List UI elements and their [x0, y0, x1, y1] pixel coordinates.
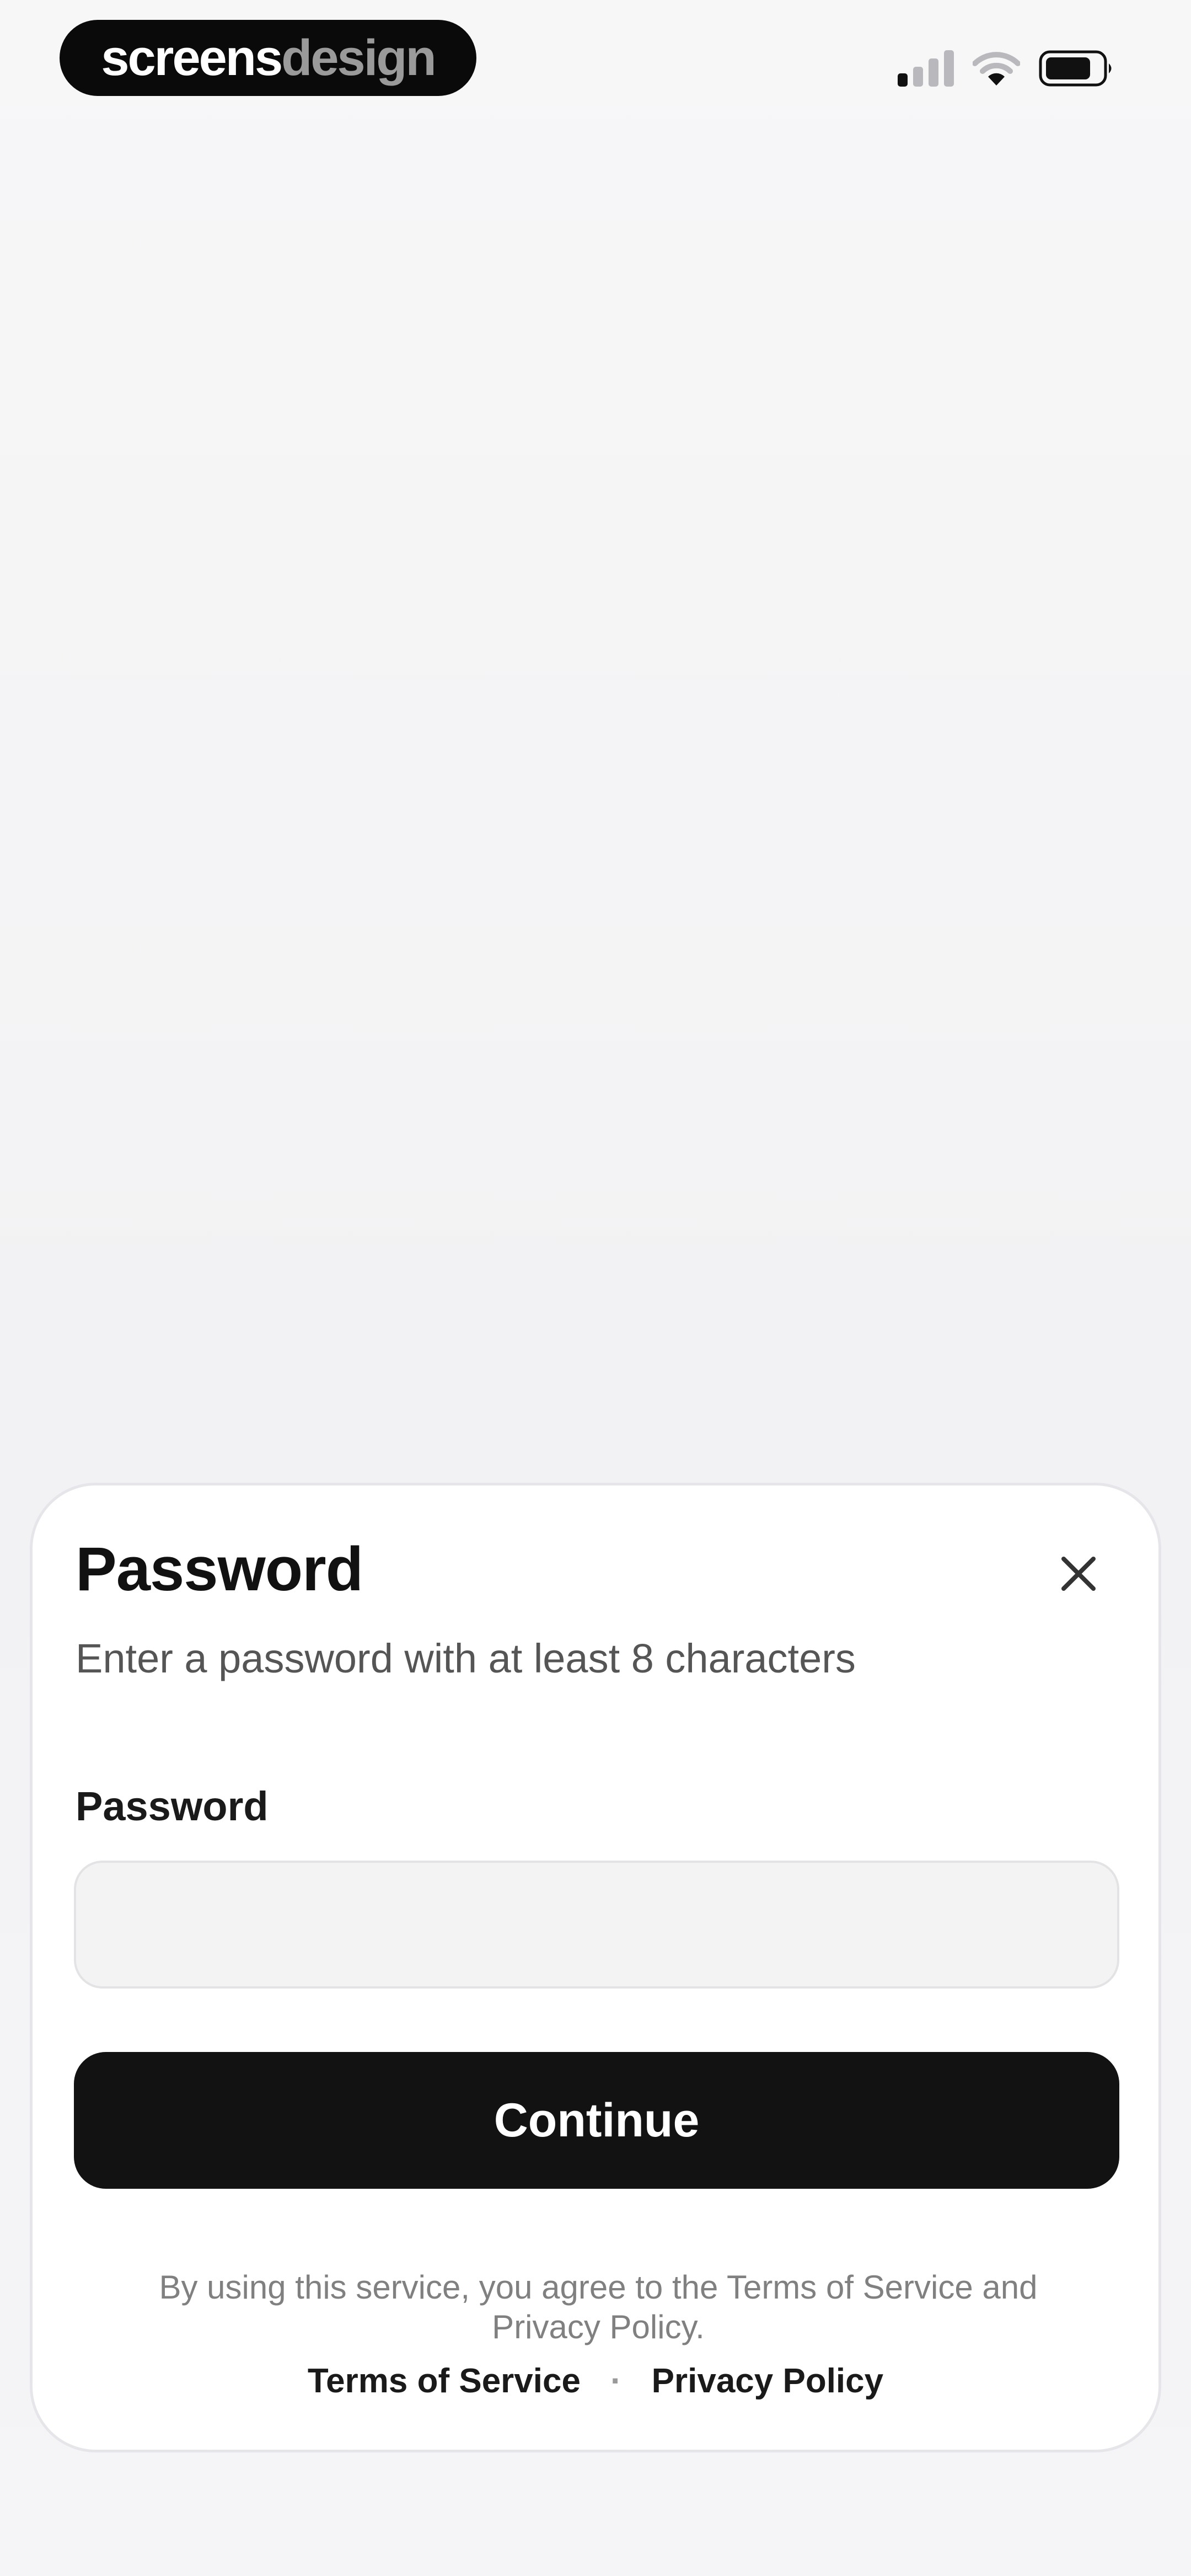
close-button[interactable] — [1048, 1543, 1109, 1604]
watermark-part-screens: screens — [101, 29, 283, 86]
sheet-subtitle: Enter a password with at least 8 charact… — [76, 1636, 856, 1681]
privacy-policy-link[interactable]: Privacy Policy — [652, 2361, 884, 2401]
password-input[interactable] — [74, 1861, 1119, 1989]
legal-disclaimer: By using this service, you agree to the … — [159, 2269, 1038, 2345]
watermark-part-design: design — [281, 29, 436, 86]
password-field-label: Password — [76, 1783, 269, 1829]
password-sheet: Password Enter a password with at least … — [30, 1483, 1161, 2452]
screen: screens design Password Enter a password… — [0, 0, 1191, 2576]
wifi-icon — [973, 50, 1020, 87]
close-icon — [1061, 1557, 1096, 1591]
legal-links: Terms of Service · Privacy Policy — [33, 2361, 1158, 2401]
terms-of-service-link[interactable]: Terms of Service — [308, 2361, 581, 2401]
battery-icon — [1039, 50, 1115, 87]
link-separator: · — [610, 2362, 622, 2400]
cellular-signal-icon — [898, 50, 954, 87]
status-bar-icons — [898, 46, 1115, 90]
sheet-title: Password — [76, 1535, 363, 1604]
continue-button[interactable]: Continue — [74, 2052, 1119, 2189]
screensdesign-watermark: screens design — [60, 20, 476, 96]
